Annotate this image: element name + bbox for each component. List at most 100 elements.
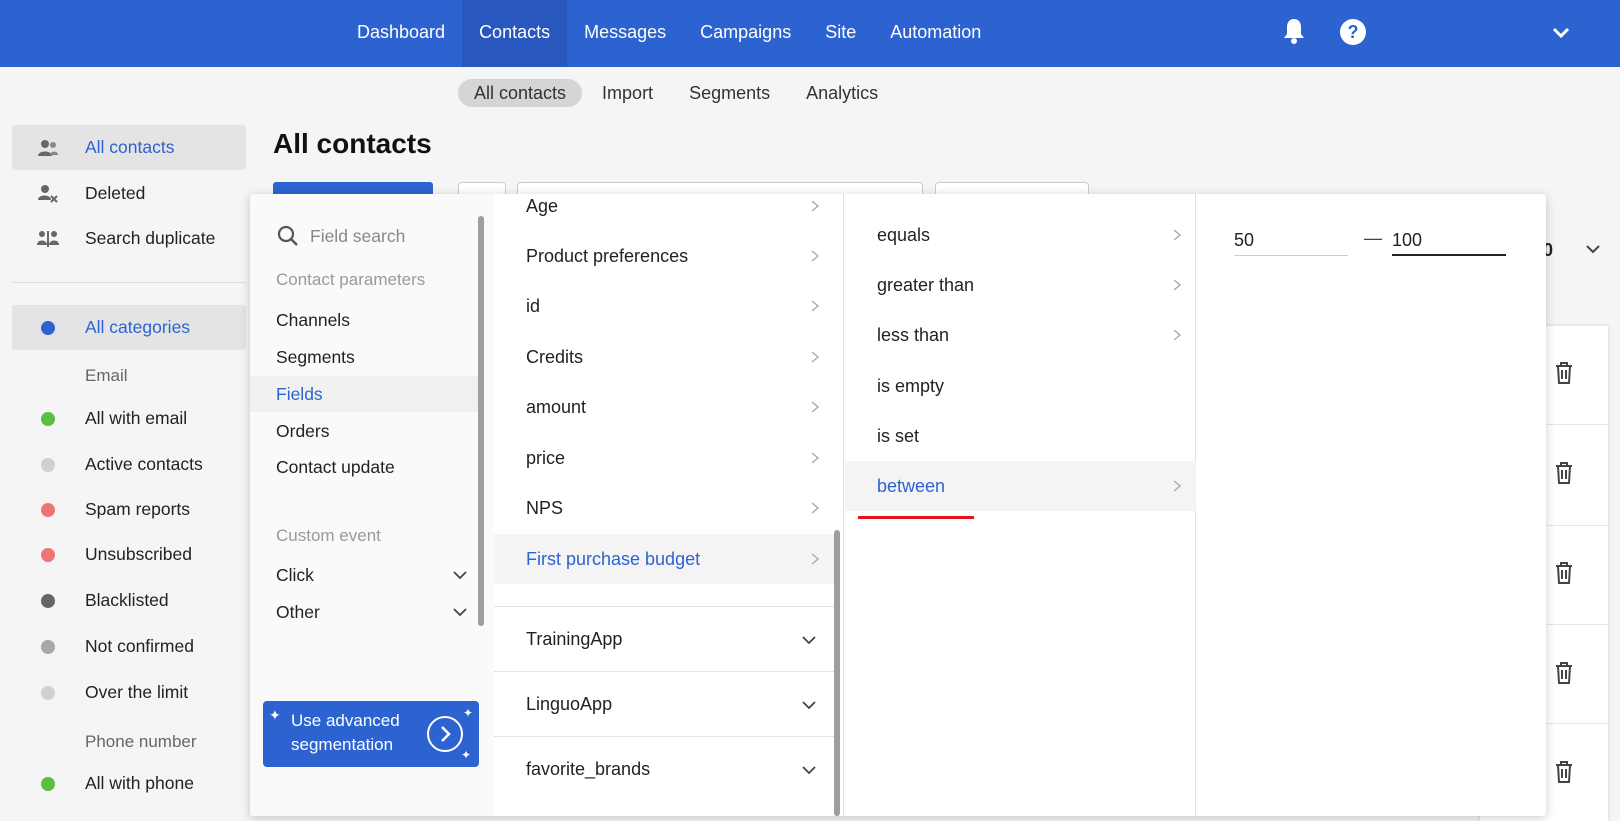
field-label: price bbox=[526, 448, 566, 468]
operator-label: is empty bbox=[877, 376, 945, 396]
sidebar-item-all-contacts[interactable]: All contacts bbox=[12, 125, 246, 170]
chevron-right-icon bbox=[811, 502, 820, 514]
help-icon[interactable]: ? bbox=[1340, 19, 1366, 45]
sidebar-item-label: Unsubscribed bbox=[85, 544, 192, 564]
nav-automation[interactable]: Automation bbox=[873, 0, 998, 67]
sidebar-item-label: Blacklisted bbox=[85, 590, 169, 610]
status-dot bbox=[41, 776, 55, 791]
field-group-linguoapp[interactable]: LinguoApp bbox=[494, 671, 834, 735]
field-group-trainingapp[interactable]: TrainingApp bbox=[494, 606, 834, 670]
operator-between[interactable]: between bbox=[845, 461, 1196, 511]
subnav-import[interactable]: Import bbox=[586, 79, 669, 107]
sparkle-icon: ✦ bbox=[460, 748, 471, 762]
field-amount[interactable]: amount bbox=[494, 382, 834, 432]
trash-icon[interactable] bbox=[1553, 760, 1575, 784]
chevron-right-icon bbox=[1173, 229, 1182, 241]
range-from-input[interactable] bbox=[1234, 226, 1348, 256]
sidebar-item-spam-reports[interactable]: Spam reports bbox=[12, 487, 246, 532]
sidebar-item-unsubscribed[interactable]: Unsubscribed bbox=[12, 532, 246, 577]
trash-icon[interactable] bbox=[1553, 561, 1575, 585]
chevron-down-icon bbox=[802, 636, 816, 645]
field-search[interactable]: Field search bbox=[276, 224, 405, 248]
scrollbar[interactable] bbox=[834, 530, 840, 816]
user-remove-icon bbox=[38, 184, 58, 203]
nav-campaigns[interactable]: Campaigns bbox=[683, 0, 808, 67]
chevron-down-icon[interactable] bbox=[1584, 240, 1602, 258]
chevron-right-icon bbox=[1173, 279, 1182, 291]
filter-dropdown-panel: Field search Contact parameters Channels… bbox=[250, 194, 1546, 816]
field-age[interactable]: Age bbox=[494, 194, 834, 231]
sidebar-divider bbox=[12, 282, 246, 283]
field-group-favorite-brands[interactable]: favorite_brands bbox=[494, 736, 834, 800]
duplicate-icon bbox=[37, 230, 59, 247]
sidebar-item-search-duplicate[interactable]: Search duplicate bbox=[12, 216, 246, 261]
group-label: TrainingApp bbox=[526, 629, 623, 649]
operator-label: less than bbox=[877, 325, 950, 345]
operators-column: equals greater than less than is empty i… bbox=[845, 194, 1196, 816]
group-label: favorite_brands bbox=[526, 759, 651, 779]
sidebar-item-label: Active contacts bbox=[85, 454, 203, 474]
event-other[interactable]: Other bbox=[250, 594, 478, 630]
chevron-right-icon bbox=[811, 401, 820, 413]
sidebar-item-all-with-email[interactable]: All with email bbox=[12, 396, 246, 441]
field-product-preferences[interactable]: Product preferences bbox=[494, 231, 834, 281]
param-fields[interactable]: Fields bbox=[250, 376, 478, 412]
subnav-segments[interactable]: Segments bbox=[673, 79, 786, 107]
field-label: amount bbox=[526, 397, 587, 417]
sidebar-item-deleted[interactable]: Deleted bbox=[12, 171, 246, 216]
field-label: Credits bbox=[526, 347, 584, 367]
operator-is-set[interactable]: is set bbox=[845, 411, 1196, 461]
param-channels[interactable]: Channels bbox=[250, 302, 478, 338]
sidebar-item-not-confirmed[interactable]: Not confirmed bbox=[12, 624, 246, 669]
sparkle-icon: ✦ bbox=[269, 707, 281, 723]
operator-equals[interactable]: equals bbox=[845, 210, 1196, 260]
category-dot bbox=[41, 320, 55, 335]
sidebar-item-all-categories[interactable]: All categories bbox=[12, 305, 246, 350]
field-label: Age bbox=[526, 196, 559, 216]
sidebar-item-all-with-phone[interactable]: All with phone bbox=[12, 761, 246, 806]
chevron-right-icon bbox=[811, 200, 820, 212]
advanced-segmentation-button[interactable]: ✦ ✦ ✦ Use advanced segmentation bbox=[263, 701, 479, 767]
sidebar-item-blacklisted[interactable]: Blacklisted bbox=[12, 578, 246, 623]
sidebar-item-label: All contacts bbox=[85, 137, 175, 157]
field-price[interactable]: price bbox=[494, 433, 834, 483]
trash-icon[interactable] bbox=[1553, 361, 1575, 385]
status-dot bbox=[41, 547, 55, 562]
sidebar-item-active-contacts[interactable]: Active contacts bbox=[12, 442, 246, 487]
sidebar-item-over-the-limit[interactable]: Over the limit bbox=[12, 670, 246, 715]
nav-site[interactable]: Site bbox=[808, 0, 873, 67]
param-orders[interactable]: Orders bbox=[250, 413, 478, 449]
scrollbar[interactable] bbox=[478, 216, 484, 626]
field-first-purchase-budget[interactable]: First purchase budget bbox=[494, 534, 834, 584]
trash-icon[interactable] bbox=[1553, 661, 1575, 685]
sparkle-icon: ✦ bbox=[462, 706, 473, 720]
operator-greater-than[interactable]: greater than bbox=[845, 260, 1196, 310]
param-contact-update[interactable]: Contact update bbox=[250, 449, 478, 485]
operator-less-than[interactable]: less than bbox=[845, 310, 1196, 360]
chevron-right-icon bbox=[1173, 329, 1182, 341]
subnav-all-contacts[interactable]: All contacts bbox=[458, 79, 583, 107]
nav-dashboard[interactable]: Dashboard bbox=[340, 0, 462, 67]
range-separator: — bbox=[1364, 228, 1382, 248]
custom-event-heading: Custom event bbox=[276, 526, 381, 545]
subnav-analytics[interactable]: Analytics bbox=[790, 79, 894, 107]
range-to-input[interactable] bbox=[1392, 226, 1506, 256]
event-click[interactable]: Click bbox=[250, 557, 478, 593]
main-nav: Dashboard Contacts Messages Campaigns Si… bbox=[340, 0, 998, 67]
field-label: id bbox=[526, 296, 541, 316]
trash-icon[interactable] bbox=[1553, 461, 1575, 485]
chevron-right-icon bbox=[811, 300, 820, 312]
param-segments[interactable]: Segments bbox=[250, 339, 478, 375]
nav-messages[interactable]: Messages bbox=[567, 0, 683, 67]
sidebar-item-label: Spam reports bbox=[85, 499, 191, 519]
nav-contacts[interactable]: Contacts bbox=[462, 0, 568, 67]
field-label: Product preferences bbox=[526, 246, 689, 266]
status-dot bbox=[41, 593, 55, 608]
operator-label: is set bbox=[877, 426, 920, 446]
field-credits[interactable]: Credits bbox=[494, 332, 834, 382]
field-id[interactable]: id bbox=[494, 281, 834, 331]
account-chevron-down-icon[interactable] bbox=[1550, 22, 1572, 44]
field-nps[interactable]: NPS bbox=[494, 483, 834, 533]
operator-is-empty[interactable]: is empty bbox=[845, 361, 1196, 411]
bell-icon[interactable] bbox=[1282, 17, 1306, 45]
